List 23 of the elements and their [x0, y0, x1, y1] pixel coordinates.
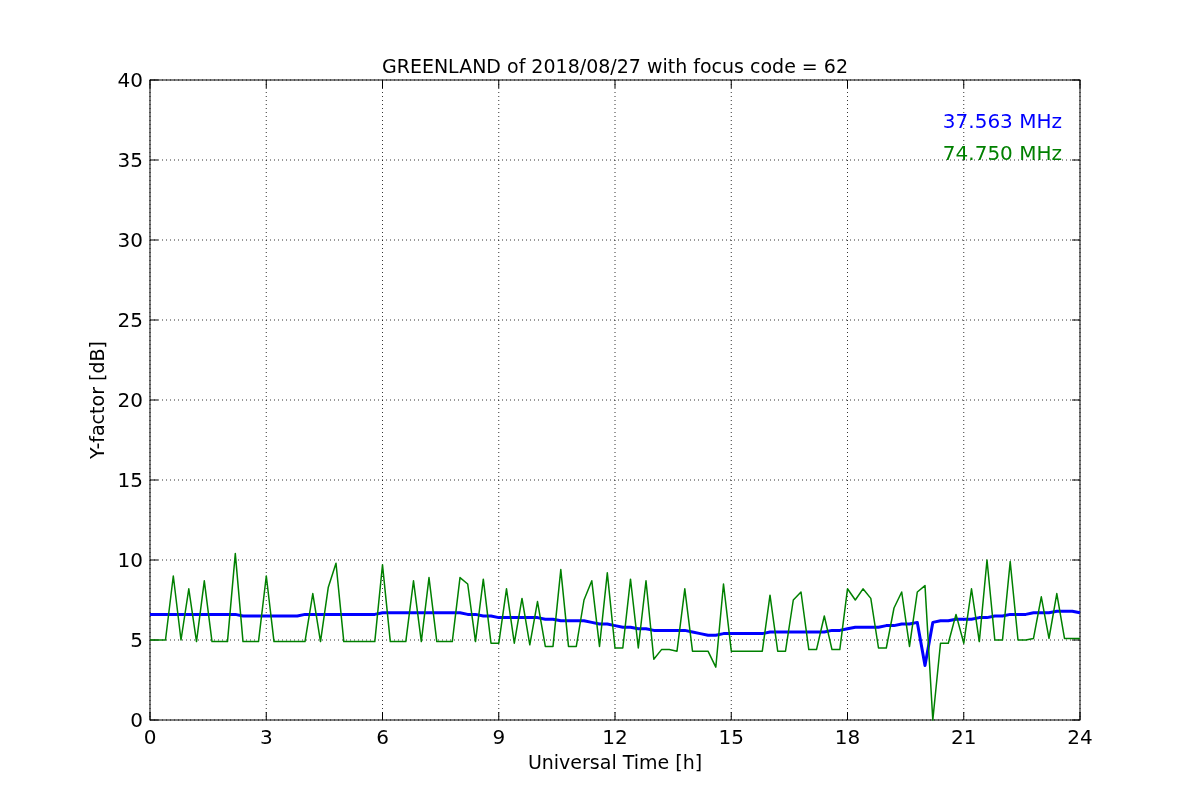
tick-label: 10 [117, 548, 143, 572]
tick-label: 0 [143, 725, 157, 749]
tick-label: 18 [834, 725, 861, 749]
tick-label: 3 [259, 725, 273, 749]
tick-label: 40 [117, 68, 143, 92]
axis-label: Universal Time [h] [527, 751, 703, 773]
tick-label: 20 [117, 388, 143, 412]
tick-label: 12 [602, 725, 628, 749]
tick-label: 21 [951, 725, 977, 749]
legend-label: 37.563 MHz [942, 109, 1062, 133]
tick-label: 35 [117, 148, 143, 172]
tick-label: 0 [130, 708, 143, 732]
axis-label: Y-factor [dB] [86, 341, 108, 459]
tick-label: 25 [117, 308, 143, 332]
chart-title: GREENLAND of 2018/08/27 with focus code = 62 [382, 55, 848, 77]
tick-label: 15 [718, 725, 744, 749]
tick-label: 6 [376, 725, 389, 749]
tick-label: 30 [117, 228, 143, 252]
tick-label: 9 [492, 725, 506, 749]
tick-label: 5 [130, 628, 143, 652]
tick-label: 24 [1067, 725, 1093, 749]
tick-label: 15 [117, 468, 143, 492]
legend-label: 74.750 MHz [942, 141, 1062, 165]
